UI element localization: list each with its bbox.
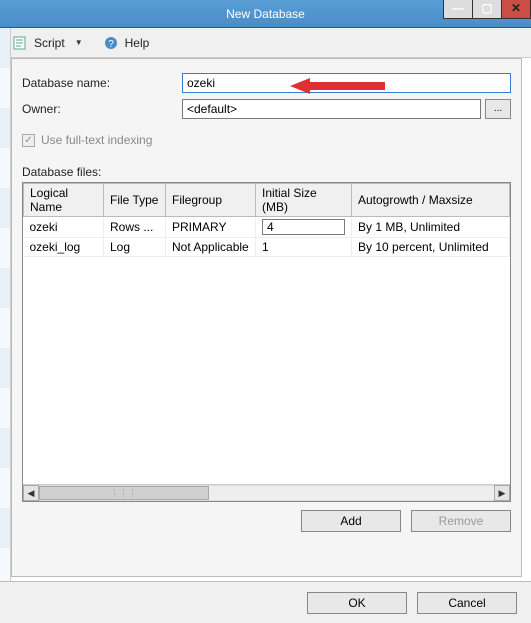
owner-browse-button[interactable]: ... (485, 99, 511, 119)
title-bar: New Database — ▢ ✕ (0, 0, 531, 28)
database-name-label: Database name: (22, 76, 182, 90)
cell-filegroup[interactable]: Not Applicable (166, 238, 256, 257)
dialog-content: Database name: Owner: ... ✓ Use full-tex… (11, 58, 522, 577)
script-button[interactable]: Script (34, 36, 65, 50)
window-controls: — ▢ ✕ (444, 0, 531, 19)
remove-button[interactable]: Remove (411, 510, 511, 532)
cell-filegroup[interactable]: PRIMARY (166, 217, 256, 238)
horizontal-scrollbar[interactable]: ◀ ⋮⋮⋮ ▶ (23, 484, 510, 501)
cell-autogrowth[interactable]: By 10 percent, Unlimited (352, 238, 510, 257)
script-dropdown-arrow[interactable]: ▼ (75, 38, 83, 47)
help-icon: ? (103, 35, 119, 51)
table-header-row: Logical Name File Type Filegroup Initial… (24, 184, 510, 217)
database-files-grid[interactable]: Logical Name File Type Filegroup Initial… (22, 182, 511, 502)
cell-file-type[interactable]: Log (104, 238, 166, 257)
cell-logical-name[interactable]: ozeki_log (24, 238, 104, 257)
col-filegroup[interactable]: Filegroup (166, 184, 256, 217)
fulltext-checkbox-row: ✓ Use full-text indexing (22, 133, 511, 147)
owner-label: Owner: (22, 102, 182, 116)
script-icon (12, 35, 28, 51)
cell-initial-size[interactable]: 1 (256, 238, 352, 257)
col-logical-name[interactable]: Logical Name (24, 184, 104, 217)
minimize-button[interactable]: — (443, 0, 473, 19)
database-files-label: Database files: (22, 165, 511, 179)
fulltext-checkbox: ✓ (22, 134, 35, 147)
col-file-type[interactable]: File Type (104, 184, 166, 217)
scroll-right-arrow[interactable]: ▶ (494, 485, 510, 501)
ok-button[interactable]: OK (307, 592, 407, 614)
owner-input[interactable] (182, 99, 481, 119)
cell-logical-name[interactable]: ozeki (24, 217, 104, 238)
col-initial-size[interactable]: Initial Size (MB) (256, 184, 352, 217)
maximize-button[interactable]: ▢ (472, 0, 502, 19)
table-row[interactable]: ozeki_log Log Not Applicable 1 By 10 per… (24, 238, 510, 257)
dialog-footer: OK Cancel (0, 581, 531, 623)
toolbar: Script ▼ ? Help (0, 28, 531, 58)
cell-autogrowth[interactable]: By 1 MB, Unlimited (352, 217, 510, 238)
scroll-thumb[interactable]: ⋮⋮⋮ (39, 486, 209, 500)
cell-file-type[interactable]: Rows ... (104, 217, 166, 238)
table-row[interactable]: ozeki Rows ... PRIMARY 4 By 1 MB, Unlimi… (24, 217, 510, 238)
cancel-button[interactable]: Cancel (417, 592, 517, 614)
scroll-track[interactable]: ⋮⋮⋮ (39, 485, 494, 501)
fulltext-label: Use full-text indexing (41, 133, 152, 147)
cell-initial-size[interactable]: 4 (256, 217, 352, 238)
database-name-input[interactable] (182, 73, 511, 93)
left-panel-sliver (0, 28, 11, 623)
svg-text:?: ? (108, 39, 114, 50)
add-button[interactable]: Add (301, 510, 401, 532)
scroll-left-arrow[interactable]: ◀ (23, 485, 39, 501)
close-button[interactable]: ✕ (501, 0, 531, 19)
col-autogrowth[interactable]: Autogrowth / Maxsize (352, 184, 510, 217)
help-button[interactable]: Help (125, 36, 150, 50)
